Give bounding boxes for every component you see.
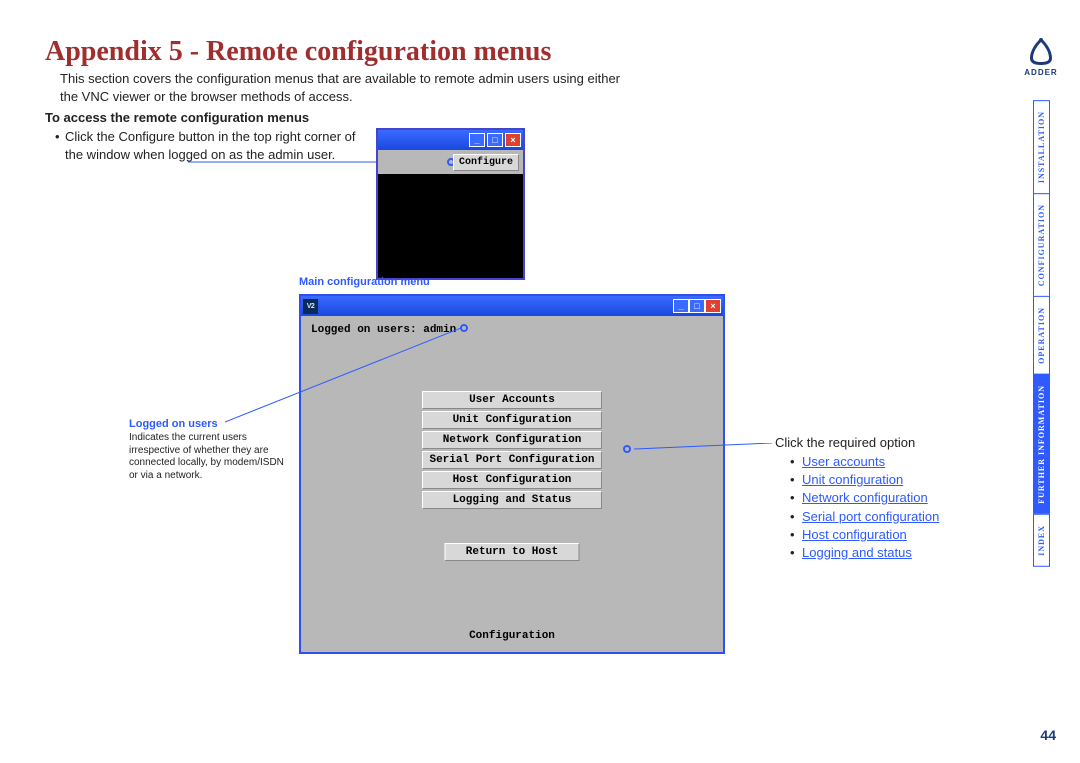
main-menu-caption: Main configuration menu xyxy=(299,276,430,288)
maximize-icon[interactable]: □ xyxy=(487,133,503,147)
sidebar-tab-further-information[interactable]: FURTHER INFORMATION xyxy=(1033,374,1050,515)
callout-marker xyxy=(460,324,468,332)
link-logging-status[interactable]: Logging and status xyxy=(790,544,939,562)
intro-text: This section covers the configuration me… xyxy=(60,70,620,105)
logged-on-callout-text: Indicates the current users irrespective… xyxy=(129,432,289,482)
logged-on-callout-heading: Logged on users xyxy=(129,418,218,430)
network-configuration-button[interactable]: Network Configuration xyxy=(422,431,602,449)
access-instruction: • Click the Configure button in the top … xyxy=(65,128,365,163)
sidebar-tab-index[interactable]: INDEX xyxy=(1033,514,1050,567)
access-bullet-text: Click the Configure button in the top ri… xyxy=(65,129,356,162)
option-link-list: User accounts Unit configuration Network… xyxy=(790,453,939,562)
logging-status-button[interactable]: Logging and Status xyxy=(422,491,602,509)
vnc-icon: V2 xyxy=(303,299,318,314)
remote-screen-area xyxy=(378,174,523,278)
click-option-lead: Click the required option xyxy=(775,435,915,450)
sidebar-tab-operation[interactable]: OPERATION xyxy=(1033,296,1050,375)
sidebar-nav: INSTALLATION CONFIGURATION OPERATION FUR… xyxy=(1033,100,1055,660)
main-titlebar: V2 _ □ × xyxy=(301,296,723,316)
link-user-accounts[interactable]: User accounts xyxy=(790,453,939,471)
logged-on-users-text: Logged on users: admin xyxy=(311,324,456,336)
configuration-footer-label: Configuration xyxy=(469,630,555,642)
minimize-icon[interactable]: _ xyxy=(469,133,485,147)
page-number: 44 xyxy=(1040,727,1056,743)
link-serial-port-configuration[interactable]: Serial port configuration xyxy=(790,508,939,526)
adder-logo: ADDER xyxy=(1024,36,1058,77)
adder-logo-text: ADDER xyxy=(1024,68,1058,77)
unit-configuration-button[interactable]: Unit Configuration xyxy=(422,411,602,429)
close-icon[interactable]: × xyxy=(705,299,721,313)
link-unit-configuration[interactable]: Unit configuration xyxy=(790,471,939,489)
configure-button[interactable]: Configure xyxy=(453,154,519,171)
main-config-window: V2 _ □ × Logged on users: admin User Acc… xyxy=(299,294,725,654)
link-network-configuration[interactable]: Network configuration xyxy=(790,489,939,507)
user-accounts-button[interactable]: User Accounts xyxy=(422,391,602,409)
small-vnc-window: _ □ × Configure xyxy=(376,128,525,280)
minimize-icon[interactable]: _ xyxy=(673,299,689,313)
sidebar-tab-configuration[interactable]: CONFIGURATION xyxy=(1033,193,1050,297)
link-host-configuration[interactable]: Host configuration xyxy=(790,526,939,544)
host-configuration-button[interactable]: Host Configuration xyxy=(422,471,602,489)
callout-marker xyxy=(623,445,631,453)
menu-button-stack: User Accounts Unit Configuration Network… xyxy=(412,391,612,509)
sidebar-tab-installation[interactable]: INSTALLATION xyxy=(1033,100,1050,194)
close-icon[interactable]: × xyxy=(505,133,521,147)
maximize-icon[interactable]: □ xyxy=(689,299,705,313)
small-titlebar: _ □ × xyxy=(378,130,523,150)
return-to-host-button[interactable]: Return to Host xyxy=(445,543,580,561)
page-title: Appendix 5 - Remote configuration menus xyxy=(45,36,551,68)
serial-port-configuration-button[interactable]: Serial Port Configuration xyxy=(422,451,602,469)
access-heading: To access the remote configuration menus xyxy=(45,110,309,125)
